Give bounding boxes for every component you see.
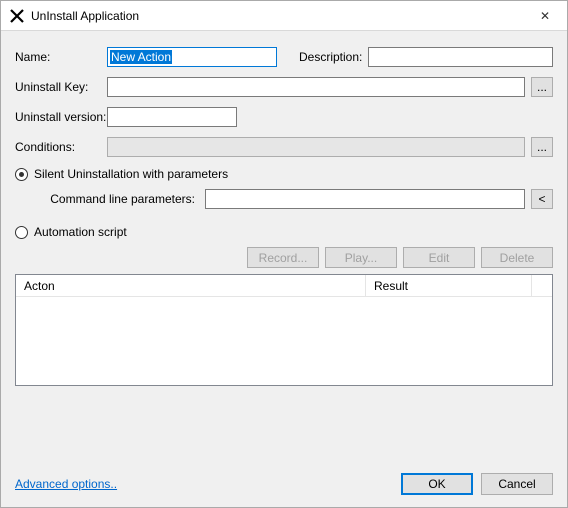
cmdline-params-label: Command line parameters:: [15, 192, 205, 206]
close-icon: [540, 9, 550, 23]
delete-button[interactable]: Delete: [481, 247, 553, 268]
table-header-result[interactable]: Result: [366, 275, 532, 296]
uninstall-key-label: Uninstall Key:: [15, 80, 107, 94]
uninstall-key-input[interactable]: [107, 77, 525, 97]
cmdline-params-insert-button[interactable]: <: [531, 189, 553, 209]
advanced-options-link[interactable]: Advanced options..: [15, 477, 117, 491]
uninstall-version-label: Uninstall version:: [15, 110, 107, 124]
uninstall-key-browse-button[interactable]: ...: [531, 77, 553, 97]
ok-button[interactable]: OK: [401, 473, 473, 495]
play-button[interactable]: Play...: [325, 247, 397, 268]
cmdline-params-input[interactable]: [205, 189, 525, 209]
automation-table[interactable]: Acton Result: [15, 274, 553, 386]
description-label: Description:: [299, 50, 362, 64]
name-input[interactable]: New Action: [107, 47, 277, 67]
silent-uninstall-label[interactable]: Silent Uninstallation with parameters: [34, 167, 228, 181]
name-input-value: New Action: [110, 50, 172, 64]
dialog-content: Name: New Action Description: Uninstall …: [1, 31, 567, 507]
title-bar: UnInstall Application: [1, 1, 567, 31]
uninstall-icon: [9, 8, 25, 24]
description-input[interactable]: [368, 47, 553, 67]
record-button[interactable]: Record...: [247, 247, 319, 268]
automation-script-label[interactable]: Automation script: [34, 225, 127, 239]
uninstall-version-input[interactable]: [107, 107, 237, 127]
cancel-button[interactable]: Cancel: [481, 473, 553, 495]
window-close-button[interactable]: [523, 1, 567, 30]
table-header: Acton Result: [16, 275, 552, 297]
conditions-browse-button[interactable]: ...: [531, 137, 553, 157]
name-label: Name:: [15, 50, 107, 64]
table-body: [16, 297, 552, 385]
silent-uninstall-radio[interactable]: [15, 168, 28, 181]
automation-script-radio[interactable]: [15, 226, 28, 239]
edit-button[interactable]: Edit: [403, 247, 475, 268]
conditions-input[interactable]: [107, 137, 525, 157]
table-header-acton[interactable]: Acton: [16, 275, 366, 296]
table-header-end: [532, 275, 552, 296]
window-title: UnInstall Application: [31, 9, 139, 23]
conditions-label: Conditions:: [15, 140, 107, 154]
